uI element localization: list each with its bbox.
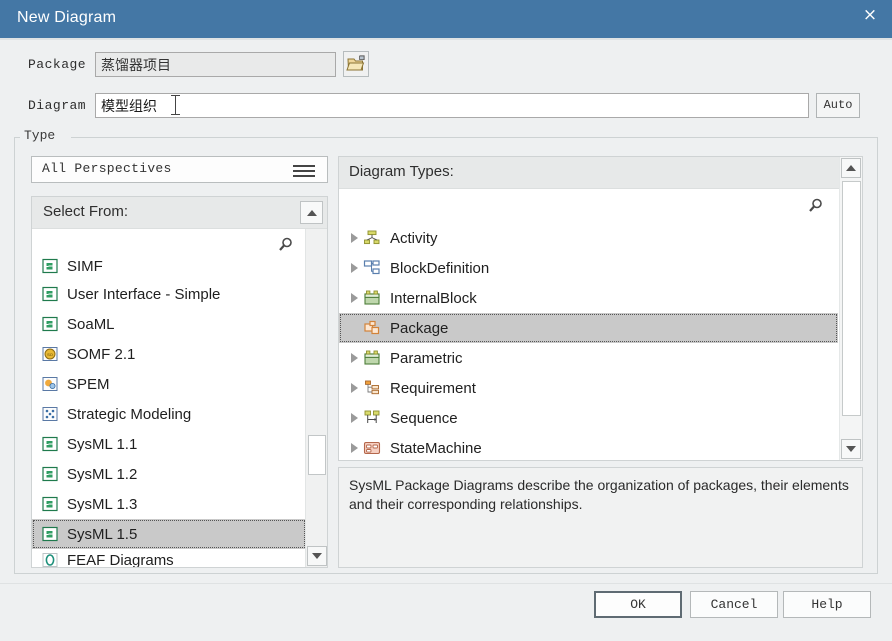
- profile-green-icon: [41, 465, 59, 483]
- list-item-label: Strategic Modeling: [67, 405, 192, 423]
- footer-divider: [0, 583, 892, 584]
- diagram-types-title: Diagram Types:: [349, 163, 454, 180]
- help-button[interactable]: Help: [783, 591, 871, 618]
- list-item-label: SoaML: [67, 315, 115, 333]
- activity-icon: [363, 229, 381, 247]
- tree-item-label: Activity: [390, 229, 438, 247]
- triangle-up-icon[interactable]: [300, 201, 323, 224]
- list-item[interactable]: User Interface - Simple: [32, 279, 306, 309]
- list-item[interactable]: SoaML: [32, 309, 306, 339]
- triangle-down-icon[interactable]: [841, 439, 861, 459]
- diagram-types-panel: Diagram Types: Activity BlockDefinition In…: [338, 156, 863, 461]
- list-item-label: User Interface - Simple: [67, 285, 221, 303]
- sequence-icon: [363, 409, 381, 427]
- somf-yellow-icon: SO: [41, 345, 59, 363]
- svg-text:SO: SO: [47, 352, 53, 357]
- tree-item[interactable]: Package: [339, 313, 838, 343]
- search-icon[interactable]: [806, 197, 824, 215]
- list-item[interactable]: SysML 1.2: [32, 459, 306, 489]
- auto-button[interactable]: Auto: [816, 93, 860, 118]
- parametric-icon: [363, 349, 381, 367]
- tree-item[interactable]: Activity: [339, 223, 838, 253]
- folder-icon[interactable]: [343, 51, 369, 77]
- profile-green-icon: [41, 435, 59, 453]
- tree-item[interactable]: Parametric: [339, 343, 838, 373]
- diagram-name-input[interactable]: 模型组织: [95, 93, 809, 118]
- profile-green-icon: [41, 525, 59, 543]
- tree-item-label: BlockDefinition: [390, 259, 490, 277]
- title-bar: New Diagram ×: [0, 0, 892, 38]
- feaf-teal-icon: [41, 551, 59, 567]
- blockdefinition-icon: [363, 259, 381, 277]
- list-item-label: SysML 1.2: [67, 465, 138, 483]
- select-from-header: Select From:: [32, 197, 327, 229]
- diagram-types-header: Diagram Types:: [339, 157, 862, 189]
- tree-item-label: Sequence: [390, 409, 458, 427]
- list-item-label: SPEM: [67, 375, 110, 393]
- list-item-label: SysML 1.3: [67, 495, 138, 513]
- statemachine-icon: [363, 439, 381, 457]
- triangle-down-icon[interactable]: [307, 546, 327, 566]
- tree-item-label: Parametric: [390, 349, 463, 367]
- ok-button[interactable]: OK: [594, 591, 682, 618]
- tree-item[interactable]: StateMachine: [339, 433, 838, 460]
- tree-item[interactable]: Requirement: [339, 373, 838, 403]
- profile-green-icon: [41, 257, 59, 275]
- profile-green-icon: [41, 285, 59, 303]
- strategic-blue-icon: [41, 405, 59, 423]
- search-icon[interactable]: [276, 236, 294, 254]
- list-item[interactable]: SIMF: [32, 253, 306, 279]
- hamburger-icon[interactable]: [293, 165, 315, 177]
- spem-orange-icon: [41, 375, 59, 393]
- list-item[interactable]: FEAF Diagrams: [32, 549, 306, 567]
- package-label: Package: [28, 57, 87, 72]
- tree-item-label: InternalBlock: [390, 289, 477, 307]
- tree-item[interactable]: Sequence: [339, 403, 838, 433]
- new-diagram-dialog: New Diagram × Package 蒸馏器项目 Diagram 模型组织…: [0, 0, 892, 641]
- package-field[interactable]: 蒸馏器项目: [95, 52, 336, 77]
- package-icon: [363, 319, 381, 337]
- select-from-title: Select From:: [43, 203, 129, 220]
- tree-item[interactable]: BlockDefinition: [339, 253, 838, 283]
- folder-glyph: [346, 55, 365, 71]
- select-from-scrollbar[interactable]: [305, 229, 327, 567]
- type-groupbox-legend: Type: [20, 128, 60, 143]
- titlebar-divider: [0, 38, 892, 40]
- tree-item-label: StateMachine: [390, 439, 482, 457]
- requirement-icon: [363, 379, 381, 397]
- diagram-types-tree[interactable]: Activity BlockDefinition InternalBlock Pack…: [339, 189, 838, 460]
- select-from-list[interactable]: SIMF User Interface - Simple SoaML SO SOMF 2…: [32, 229, 306, 567]
- list-item[interactable]: Strategic Modeling: [32, 399, 306, 429]
- window-title: New Diagram: [17, 9, 117, 26]
- internalblock-icon: [363, 289, 381, 307]
- diagram-types-scrollbar[interactable]: [839, 157, 862, 460]
- tree-item-label: Package: [390, 319, 449, 337]
- tree-item-label: Requirement: [390, 379, 476, 397]
- profile-green-icon: [41, 315, 59, 333]
- list-item-label: SysML 1.5: [67, 525, 138, 543]
- list-item[interactable]: SPEM: [32, 369, 306, 399]
- tree-item[interactable]: InternalBlock: [339, 283, 838, 313]
- description-box: SysML Package Diagrams describe the orga…: [338, 467, 863, 568]
- list-item[interactable]: SO SOMF 2.1: [32, 339, 306, 369]
- diagram-label: Diagram: [28, 98, 87, 113]
- scrollbar-thumb[interactable]: [308, 435, 326, 475]
- perspective-value: All Perspectives: [42, 161, 172, 176]
- perspective-selector[interactable]: All Perspectives: [31, 156, 328, 183]
- list-item-label: SIMF: [67, 257, 103, 275]
- diagram-types-search-row: [339, 189, 838, 223]
- cancel-button[interactable]: Cancel: [690, 591, 778, 618]
- list-item[interactable]: SysML 1.3: [32, 489, 306, 519]
- close-icon[interactable]: ×: [856, 2, 884, 28]
- scrollbar-thumb[interactable]: [842, 181, 861, 416]
- triangle-up-icon[interactable]: [841, 158, 861, 178]
- select-from-panel: Select From: SIMF User Interface - Simple…: [31, 196, 328, 568]
- list-item-label: SysML 1.1: [67, 435, 138, 453]
- list-item[interactable]: SysML 1.1: [32, 429, 306, 459]
- list-item-label: SOMF 2.1: [67, 345, 136, 363]
- profile-green-icon: [41, 495, 59, 513]
- list-item-label: FEAF Diagrams: [67, 551, 174, 568]
- list-item[interactable]: SysML 1.5: [32, 519, 306, 549]
